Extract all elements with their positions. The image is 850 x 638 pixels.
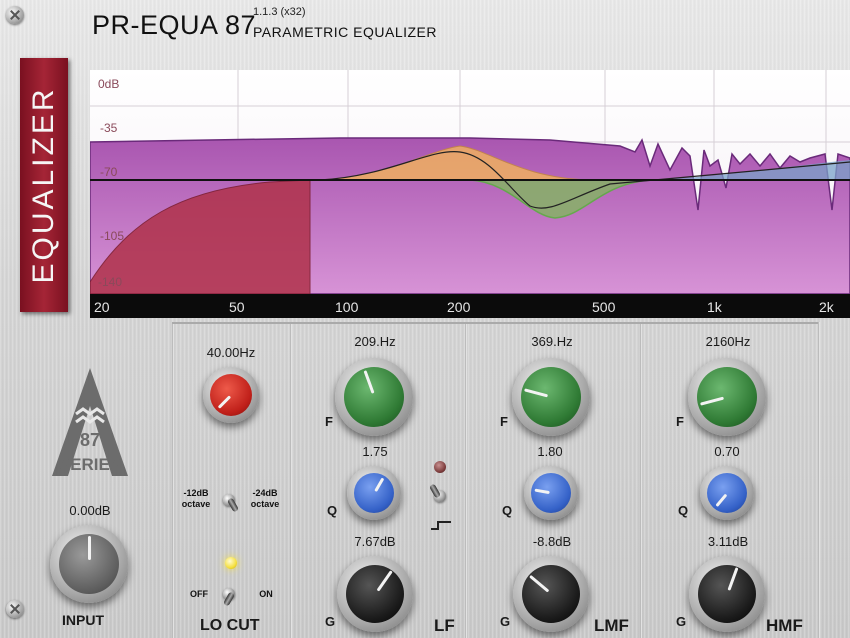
version-label: 1.1.3 (x32) — [253, 6, 306, 18]
freq-label: 2k — [819, 299, 835, 315]
freq-label: 100 — [335, 299, 359, 315]
lmf-g-letter: G — [500, 614, 511, 629]
slope-left-label: -12dB octave — [181, 488, 211, 509]
section-divider — [465, 322, 467, 638]
lf-q-value: 1.75 — [362, 444, 388, 459]
locut-freq-value: 40.00Hz — [206, 345, 256, 360]
locut-label: LO CUT — [200, 617, 260, 634]
section-divider — [172, 322, 174, 638]
db-label: -140 — [98, 275, 122, 289]
hmf-freq-value: 2160Hz — [705, 334, 751, 349]
plugin-subtitle: PARAMETRIC EQUALIZER — [253, 24, 437, 40]
frequency-response-graph[interactable]: 0dB -35 -70 -105 -140 20 50 100 200 500 … — [90, 70, 850, 318]
lf-gain-knob[interactable] — [337, 556, 413, 632]
lf-q-letter: Q — [327, 503, 338, 518]
lf-f-letter: F — [325, 414, 333, 429]
hmf-gain-knob[interactable] — [689, 556, 765, 632]
lf-led-indicator — [434, 461, 446, 473]
hmf-q-letter: Q — [678, 503, 689, 518]
hmf-f-letter: F — [676, 414, 684, 429]
shelf-icon — [430, 518, 452, 536]
lmf-freq-knob[interactable] — [512, 358, 590, 436]
slope-right-label: -24dB octave — [250, 488, 280, 509]
freq-label: 20 — [94, 299, 110, 315]
freq-label: 50 — [229, 299, 245, 315]
db-label: 0dB — [98, 77, 119, 91]
input-value: 0.00dB — [69, 503, 111, 518]
section-divider — [818, 322, 820, 638]
lf-g-letter: G — [325, 614, 336, 629]
db-label: -105 — [100, 229, 124, 243]
lf-freq-knob[interactable] — [335, 358, 413, 436]
lmf-q-value: 1.80 — [537, 444, 563, 459]
a87-series-logo: 87 SERIES — [40, 366, 140, 476]
panel-top-border — [172, 322, 818, 324]
logo-model: 87 — [79, 430, 101, 450]
lf-q-knob[interactable] — [347, 466, 401, 520]
input-gain-knob[interactable] — [50, 525, 128, 603]
input-label: INPUT — [62, 612, 104, 628]
locut-led-indicator — [225, 557, 237, 569]
plugin-title: PR-EQUA 87 — [92, 10, 257, 40]
lmf-f-letter: F — [500, 414, 508, 429]
section-divider — [640, 322, 642, 638]
lmf-gain-value: -8.8dB — [532, 534, 572, 549]
lf-gain-value: 7.67dB — [354, 534, 396, 549]
freq-label: 500 — [592, 299, 616, 315]
lf-band-label: LF — [434, 616, 455, 635]
toggle-lever — [226, 497, 240, 513]
equalizer-ribbon: EQUALIZER — [20, 58, 68, 312]
ribbon-label: EQUALIZER — [27, 86, 60, 284]
locut-off-label: OFF — [190, 589, 208, 599]
locut-on-label: ON — [259, 589, 273, 599]
lmf-q-knob[interactable] — [524, 466, 578, 520]
freq-label: 200 — [447, 299, 471, 315]
freq-label: 1k — [707, 299, 723, 315]
hmf-band-label: HMF — [766, 616, 803, 635]
lf-freq-value: 209.Hz — [354, 334, 396, 349]
logo-series: SERIES — [58, 455, 122, 474]
lmf-freq-value: 369.Hz — [531, 334, 573, 349]
hmf-gain-value: 3.11dB — [707, 534, 749, 549]
db-label: -70 — [100, 165, 118, 179]
hmf-q-knob[interactable] — [700, 466, 754, 520]
screw-icon — [6, 6, 24, 24]
locut-freq-knob[interactable] — [203, 367, 259, 423]
hmf-q-value: 0.70 — [714, 444, 740, 459]
section-divider — [290, 322, 292, 638]
lmf-band-label: LMF — [594, 616, 629, 635]
lmf-gain-knob[interactable] — [513, 556, 589, 632]
screw-icon — [6, 600, 24, 618]
hmf-g-letter: G — [676, 614, 687, 629]
lmf-q-letter: Q — [502, 503, 513, 518]
hmf-freq-knob[interactable] — [688, 358, 766, 436]
db-label: -35 — [100, 121, 118, 135]
